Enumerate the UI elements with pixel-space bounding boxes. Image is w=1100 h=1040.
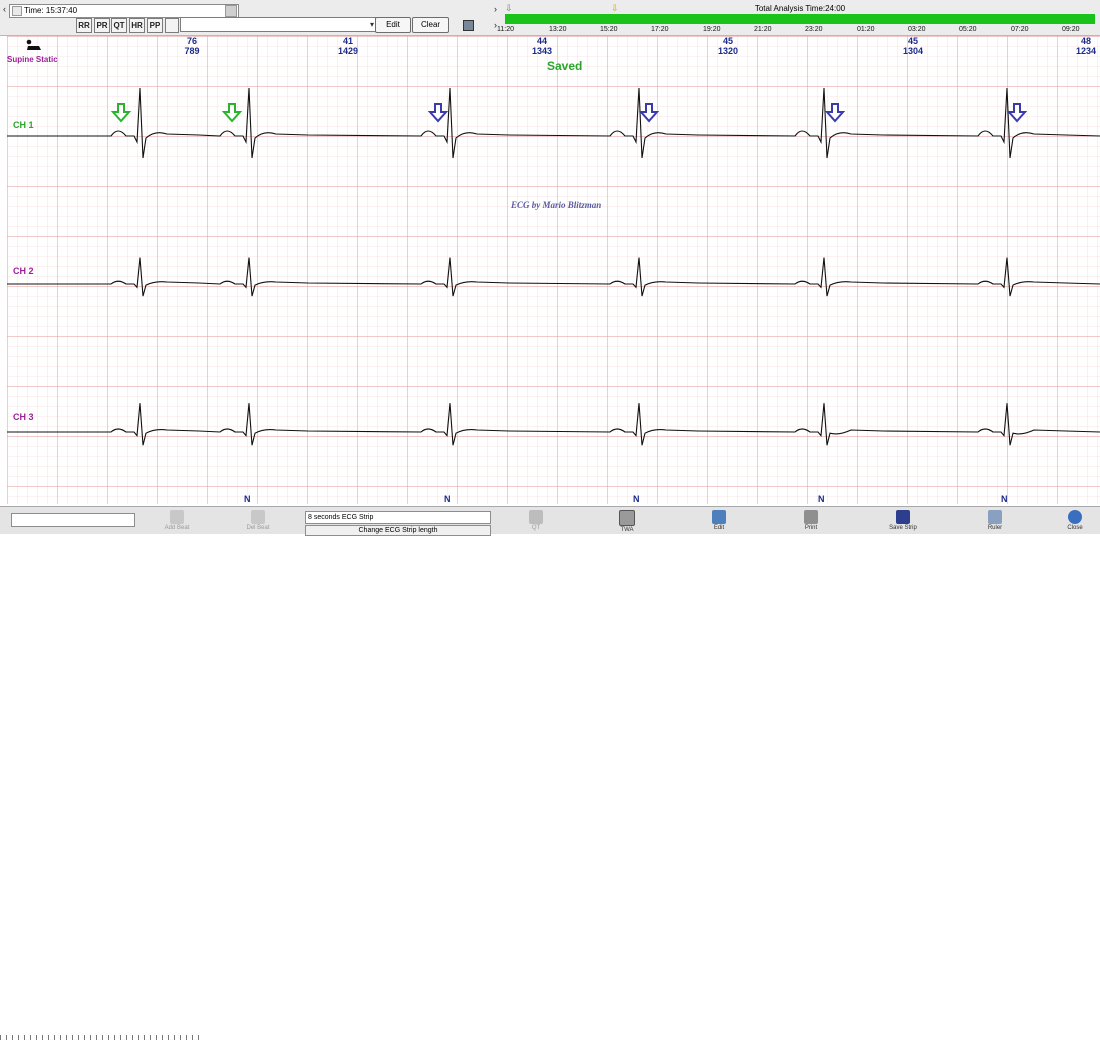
hr-value: 44 1343 [531, 36, 553, 56]
printer-icon [804, 510, 818, 524]
twa-button[interactable]: TWA [602, 510, 652, 534]
beat-label[interactable]: N [444, 494, 451, 504]
ruler-icon [988, 510, 1002, 524]
timeline-tick: 17:20 [651, 26, 669, 33]
channel-label-ch3: CH 3 [13, 412, 34, 422]
print-button[interactable]: Print [786, 510, 836, 534]
chevron-right-icon[interactable]: › [494, 4, 497, 14]
rr-button[interactable]: RR [76, 18, 92, 33]
timeline-tick: 19:20 [703, 26, 721, 33]
trash-icon [251, 510, 265, 524]
hr-value: 45 1320 [717, 36, 739, 56]
blank-button[interactable] [165, 18, 179, 33]
ecg-grid [7, 36, 1100, 504]
timeline-tick: 03:20 [908, 26, 926, 33]
start-marker-icon[interactable]: ⇩ [505, 4, 513, 13]
qt-icon [529, 510, 543, 524]
beat-label[interactable]: N [633, 494, 640, 504]
strip-length-field[interactable]: 8 seconds ECG Strip [305, 511, 491, 524]
hr-button[interactable]: HR [129, 18, 145, 33]
settings-icon[interactable] [463, 20, 474, 31]
bottom-toolbar: 8 seconds ECG Strip Change ECG Strip len… [0, 506, 1100, 1040]
timeline-tick: 23:20 [805, 26, 823, 33]
add-beat-button[interactable]: Add Beat [152, 510, 202, 534]
qt-tool-button[interactable]: QT [511, 510, 561, 534]
supine-icon [25, 38, 43, 52]
change-strip-length-button[interactable]: Change ECG Strip length [305, 525, 491, 536]
channel-label-ch1: CH 1 [13, 120, 34, 130]
timeline-tick: 15:20 [600, 26, 618, 33]
watermark-text: ECG by Mario Blitzman [511, 200, 602, 210]
edit-tool-button[interactable]: Edit [694, 510, 744, 534]
edit-button[interactable]: Edit [375, 17, 411, 33]
chevron-left-icon[interactable]: ‹ [3, 4, 6, 14]
ecg-strip[interactable] [7, 36, 1100, 504]
timeline-tick: 11:20 [497, 26, 514, 33]
time-display: Time: 15:37:40 [9, 4, 239, 18]
channel-label-ch2: CH 2 [13, 266, 34, 276]
add-beat-icon [170, 510, 184, 524]
hr-value: 41 1429 [337, 36, 359, 56]
qt-button[interactable]: QT [111, 18, 127, 33]
top-toolbar: Time: 15:37:40 ‹ › › RR PR QT HR PP ▾ Ed… [0, 0, 1100, 36]
close-icon [1068, 510, 1082, 524]
analysis-progress-bar[interactable] [505, 14, 1095, 24]
pr-button[interactable]: PR [94, 18, 110, 33]
chevron-down-icon[interactable]: ▾ [370, 18, 374, 31]
floppy-disk-icon [896, 510, 910, 524]
save-strip-button[interactable]: Save Strip [878, 510, 928, 534]
hr-value: 45 1304 [902, 36, 924, 56]
time-label: Time: 15:37:40 [24, 6, 78, 15]
position-label: Supine Static [7, 55, 58, 64]
timeline-title: Total Analysis Time:24:00 [754, 4, 846, 13]
twa-icon [619, 510, 635, 526]
hr-value: 48 1234 [1075, 36, 1097, 56]
position-marker-icon[interactable]: ⇩ [611, 4, 619, 13]
measurement-combo[interactable]: ▾ [180, 17, 376, 32]
delete-beat-button[interactable]: Del Beat [233, 510, 283, 534]
pp-button[interactable]: PP [147, 18, 163, 33]
note-input[interactable] [11, 513, 135, 527]
timeline-tick: 07:20 [1011, 26, 1029, 33]
time-scroll-thumb[interactable] [225, 5, 237, 17]
timeline-tick: 21:20 [754, 26, 772, 33]
beat-label[interactable]: N [818, 494, 825, 504]
timeline-tick: 09:20 [1062, 26, 1080, 33]
analysis-timeline[interactable]: Total Analysis Time:24:00 ⇩ ⇩ 11:20 13:2… [497, 4, 1095, 34]
timeline-tick: 01:20 [857, 26, 875, 33]
timeline-tick: 05:20 [959, 26, 977, 33]
edit-icon [712, 510, 726, 524]
clear-button[interactable]: Clear [412, 17, 449, 33]
saved-status: Saved [547, 59, 583, 73]
bottom-scale [0, 1035, 200, 1040]
beat-label[interactable]: N [1001, 494, 1008, 504]
hr-value: 76 789 [184, 36, 200, 56]
beat-label[interactable]: N [244, 494, 251, 504]
close-button[interactable]: Close [1050, 510, 1100, 534]
ruler-button[interactable]: Ruler [970, 510, 1020, 534]
timeline-tick: 13:20 [549, 26, 567, 33]
clock-icon [12, 6, 22, 16]
